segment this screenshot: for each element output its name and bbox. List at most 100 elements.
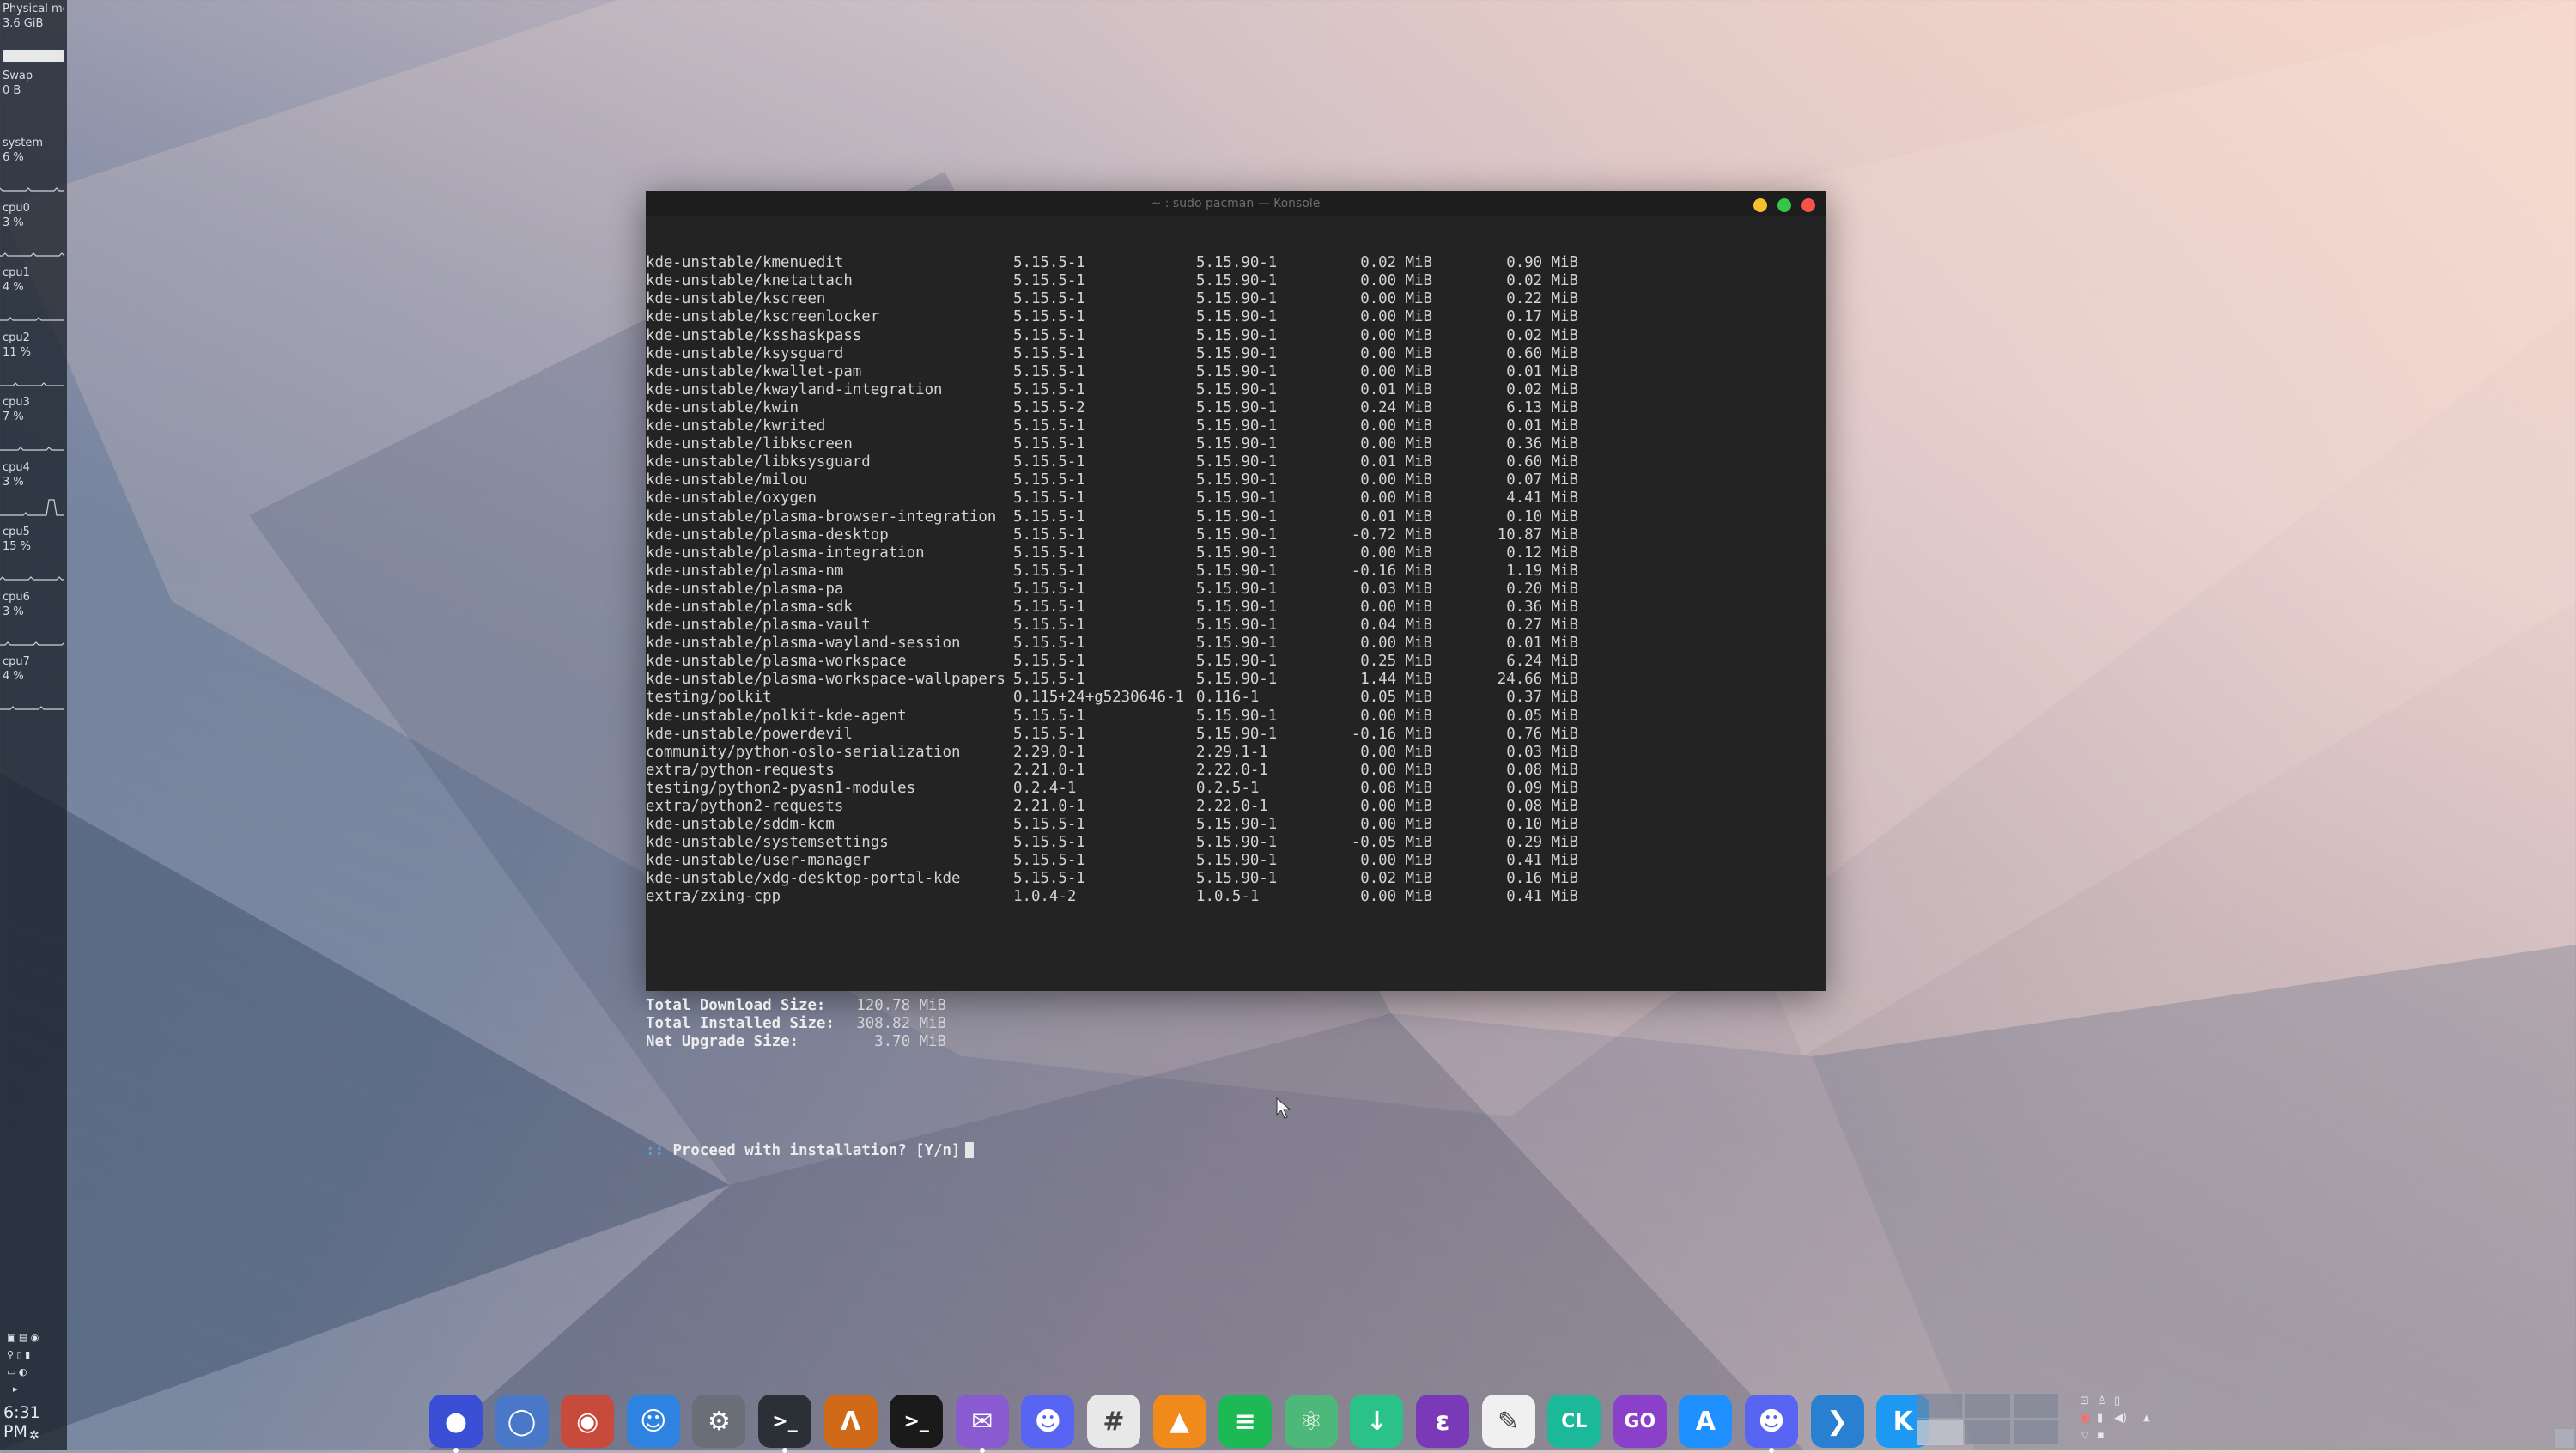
package-name: kde-unstable/ksshaskpass bbox=[646, 326, 862, 344]
new-version: 5.15.90-1 bbox=[1196, 290, 1278, 308]
new-version: 5.15.90-1 bbox=[1196, 870, 1278, 888]
chromium-icon[interactable]: ◯ bbox=[495, 1395, 549, 1448]
konsole-window[interactable]: ~ : sudo pacman — Konsole kde-unstable/k… bbox=[646, 191, 1826, 1159]
cpu-value: 3 % bbox=[3, 475, 24, 489]
maximize-button[interactable] bbox=[1777, 198, 1791, 212]
old-version: 5.15.5-1 bbox=[1013, 635, 1085, 653]
spotify-icon[interactable]: ≡ bbox=[1218, 1395, 1273, 1448]
panel-settings-icon[interactable]: ✲ bbox=[29, 1429, 39, 1443]
lock-icon[interactable]: ▪ bbox=[2097, 1429, 2105, 1442]
discord-icon[interactable]: ☻ bbox=[1021, 1395, 1075, 1448]
chrome-dev-icon[interactable]: ◉ bbox=[561, 1395, 615, 1448]
net-change: 0.00 MiB bbox=[1360, 888, 1432, 906]
old-version: 5.15.5-1 bbox=[1013, 707, 1085, 725]
download-size: 0.01 MiB bbox=[1506, 362, 1578, 380]
battery-icon[interactable]: ▮ bbox=[2097, 1412, 2103, 1425]
terminal-output[interactable]: kde-unstable/kmenuedit 5.15.5-1 5.15.90-1 0… bbox=[646, 218, 1826, 1196]
system-monitor-panel: Physical mem 3.6 GiB Swap 0 B system 6 % c… bbox=[0, 0, 67, 1450]
desktop-pager[interactable] bbox=[1917, 1393, 2061, 1445]
new-version: 5.15.90-1 bbox=[1196, 526, 1278, 544]
vscode-icon[interactable]: ❯ bbox=[1810, 1395, 1864, 1448]
download-size: 0.90 MiB bbox=[1506, 254, 1578, 272]
clion-icon[interactable]: CL bbox=[1547, 1395, 1601, 1448]
net-change: 0.00 MiB bbox=[1360, 417, 1432, 435]
kile-icon[interactable]: Λ bbox=[823, 1395, 878, 1448]
new-version: 5.15.90-1 bbox=[1196, 544, 1278, 562]
messenger-icon[interactable]: ✉ bbox=[955, 1395, 1009, 1453]
show-desktop-button[interactable] bbox=[2555, 1429, 2574, 1448]
cpu-monitor-cpu7: cpu7 4 % bbox=[3, 654, 64, 684]
desktop-4-active[interactable] bbox=[1917, 1420, 1963, 1445]
net-change: 0.00 MiB bbox=[1360, 471, 1432, 489]
package-name: kde-unstable/kwin bbox=[646, 398, 799, 416]
cpu-monitor-cpu6: cpu6 3 % bbox=[3, 590, 64, 619]
user-icon[interactable]: ♙ bbox=[2097, 1395, 2107, 1407]
prompt-text: Proceed with installation? [Y/n] bbox=[672, 1141, 961, 1159]
cpu-label: cpu2 bbox=[3, 331, 30, 344]
gamepad-icon[interactable]: ⊡ bbox=[2080, 1395, 2089, 1407]
new-version: 5.15.90-1 bbox=[1196, 471, 1278, 489]
package-name: kde-unstable/plasma-workspace bbox=[646, 653, 907, 671]
emacs-icon[interactable]: ε bbox=[1416, 1395, 1469, 1448]
download-size: 0.60 MiB bbox=[1506, 344, 1578, 362]
net-change: 0.00 MiB bbox=[1360, 598, 1432, 616]
close-button[interactable] bbox=[1801, 198, 1815, 212]
new-version: 5.15.90-1 bbox=[1196, 816, 1278, 834]
package-row: kde-unstable/kwallet-pam 5.15.5-1 5.15.90-… bbox=[646, 363, 1826, 381]
download-size: 0.60 MiB bbox=[1506, 453, 1578, 471]
net-change: 0.00 MiB bbox=[1360, 272, 1432, 290]
wifi-icon[interactable]: ⌔ bbox=[2080, 1429, 2090, 1443]
cpu-label: cpu7 bbox=[3, 655, 30, 668]
download-size: 0.41 MiB bbox=[1506, 852, 1578, 870]
window-titlebar[interactable]: ~ : sudo pacman — Konsole bbox=[646, 191, 1826, 216]
package-name: kde-unstable/knetattach bbox=[646, 272, 853, 290]
vlc-icon[interactable]: ▲ bbox=[1152, 1395, 1206, 1448]
package-row: kde-unstable/powerdevil 5.15.5-1 5.15.90-1… bbox=[646, 726, 1826, 744]
desktop-5[interactable] bbox=[1965, 1420, 2011, 1445]
discord-2-icon[interactable]: ☻ bbox=[1745, 1395, 1798, 1453]
desktop-6[interactable] bbox=[2013, 1420, 2059, 1445]
dolphin-finder-icon[interactable]: ☺ bbox=[626, 1395, 680, 1448]
net-change: 0.05 MiB bbox=[1360, 689, 1432, 707]
download-size: 6.13 MiB bbox=[1506, 398, 1578, 416]
package-row: kde-unstable/knetattach 5.15.5-1 5.15.90-1… bbox=[646, 272, 1826, 290]
download-size: 0.02 MiB bbox=[1506, 272, 1578, 290]
volume-icon[interactable]: ◀) bbox=[2114, 1412, 2127, 1425]
net-change: 0.03 MiB bbox=[1360, 580, 1432, 598]
net-change: 0.25 MiB bbox=[1360, 653, 1432, 671]
prompt-line[interactable]: :: Proceed with installation? [Y/n] bbox=[646, 1141, 1826, 1160]
download-size: 24.66 MiB bbox=[1497, 671, 1578, 689]
app-store-icon[interactable]: A bbox=[1679, 1395, 1733, 1448]
net-change: 0.00 MiB bbox=[1360, 326, 1432, 344]
minimize-button[interactable] bbox=[1753, 198, 1767, 212]
system-settings-icon[interactable]: ⚙ bbox=[692, 1395, 746, 1448]
desktop-3[interactable] bbox=[2013, 1393, 2059, 1419]
net-change: -0.05 MiB bbox=[1351, 834, 1432, 852]
clipboard-icon[interactable]: ▯ bbox=[2114, 1395, 2120, 1407]
download-size: 0.09 MiB bbox=[1506, 779, 1578, 797]
konsole-icon[interactable]: >_ bbox=[758, 1395, 811, 1453]
notification-icon[interactable]: ▣ bbox=[2080, 1412, 2090, 1425]
slack-icon[interactable]: # bbox=[1087, 1395, 1140, 1448]
download-manager-icon[interactable]: ↓ bbox=[1350, 1395, 1404, 1448]
text-editor-icon[interactable]: ✎ bbox=[1481, 1395, 1535, 1448]
cpu-label: cpu0 bbox=[3, 201, 30, 215]
net-change: 0.01 MiB bbox=[1360, 508, 1432, 526]
desktop-2[interactable] bbox=[1965, 1393, 2011, 1419]
package-name: extra/python-requests bbox=[646, 761, 835, 779]
cpu-graph bbox=[0, 706, 64, 710]
download-size: 0.17 MiB bbox=[1506, 308, 1578, 326]
net-change: 0.00 MiB bbox=[1360, 816, 1432, 834]
desktop-1[interactable] bbox=[1917, 1393, 1963, 1419]
package-row: kde-unstable/plasma-nm 5.15.5-1 5.15.90-1 -… bbox=[646, 562, 1826, 581]
old-version: 0.2.4-1 bbox=[1013, 779, 1077, 797]
firefox-nightly-icon[interactable]: ● bbox=[429, 1395, 483, 1453]
download-size: 0.16 MiB bbox=[1506, 870, 1578, 888]
atom-icon[interactable]: ⚛ bbox=[1284, 1395, 1338, 1448]
net-change: 1.44 MiB bbox=[1360, 671, 1432, 689]
expand-tray-icon[interactable]: ▲ bbox=[2143, 1413, 2150, 1423]
terminal-icon[interactable]: >_ bbox=[890, 1395, 944, 1448]
goland-icon[interactable]: GO bbox=[1613, 1395, 1667, 1448]
new-version: 5.15.90-1 bbox=[1196, 326, 1278, 344]
package-name: kde-unstable/kscreen bbox=[646, 290, 826, 308]
